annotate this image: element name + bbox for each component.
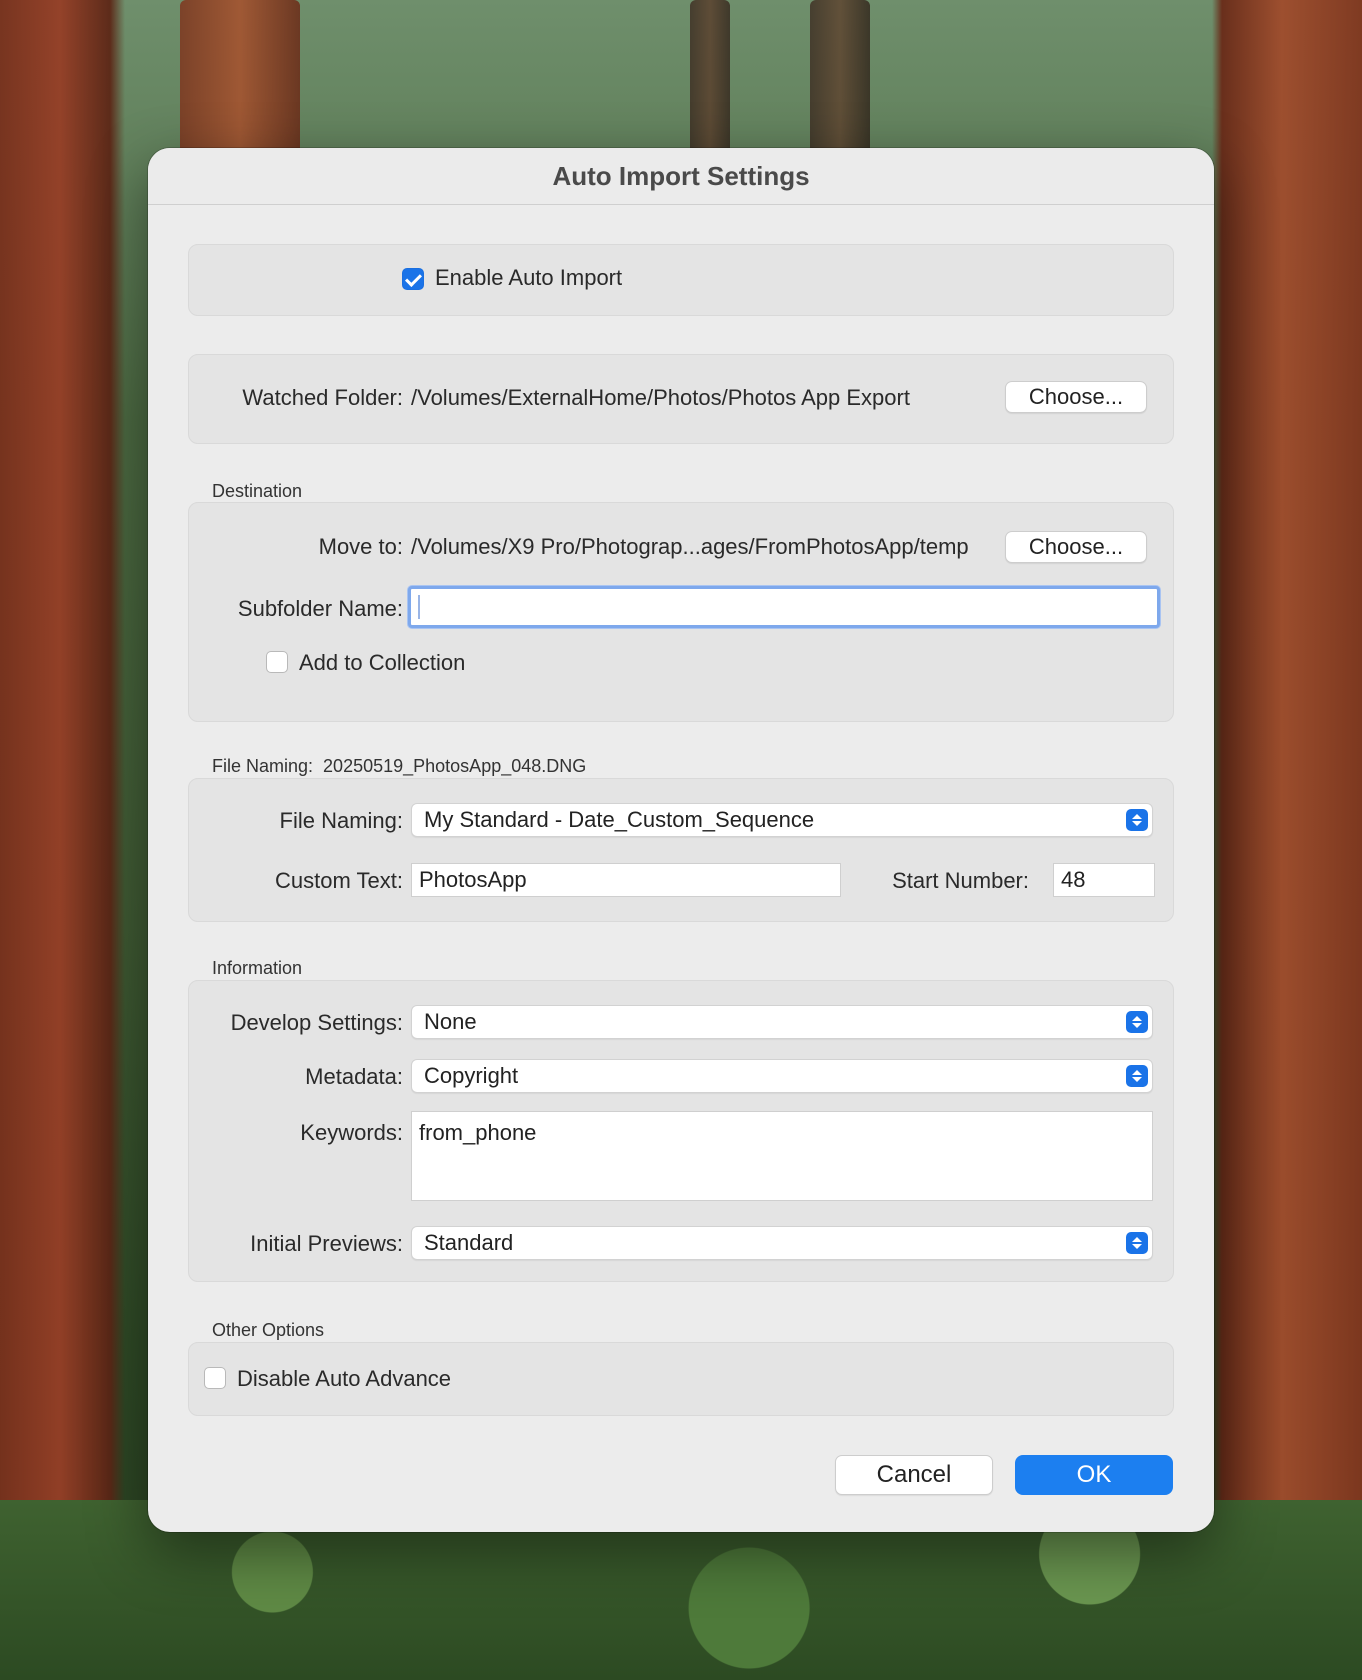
- move-to-label: Move to:: [318, 534, 403, 559]
- destination-group: Move to: /Volumes/X9 Pro/Photograp...age…: [188, 502, 1174, 722]
- develop-settings-select[interactable]: None: [411, 1005, 1153, 1039]
- enable-auto-import-checkbox[interactable]: [402, 268, 424, 290]
- subfolder-name-input[interactable]: [408, 586, 1160, 628]
- information-group: Develop Settings: None Metadata: Copyrig…: [188, 980, 1174, 1282]
- start-number-input[interactable]: 48: [1053, 863, 1155, 897]
- destination-choose-button[interactable]: Choose...: [1005, 531, 1147, 563]
- auto-import-settings-dialog: Auto Import Settings Enable Auto Import …: [148, 148, 1214, 1532]
- develop-settings-value: None: [424, 1009, 477, 1034]
- watched-folder-path: /Volumes/ExternalHome/Photos/Photos App …: [411, 385, 910, 410]
- ok-button[interactable]: OK: [1015, 1455, 1173, 1495]
- other-options-section-label: Other Options: [212, 1320, 325, 1340]
- metadata-value: Copyright: [424, 1063, 519, 1088]
- file-naming-label: File Naming:: [279, 808, 403, 833]
- initial-previews-label: Initial Previews:: [250, 1231, 403, 1256]
- text-caret: [418, 595, 420, 619]
- up-down-chevron-icon: [1126, 1232, 1148, 1254]
- up-down-chevron-icon: [1126, 809, 1148, 831]
- move-to-path: /Volumes/X9 Pro/Photograp...ages/FromPho…: [411, 534, 969, 559]
- cancel-button[interactable]: Cancel: [835, 1455, 993, 1495]
- watched-folder-group: Watched Folder: /Volumes/ExternalHome/Ph…: [188, 354, 1174, 444]
- disable-auto-advance-label[interactable]: Disable Auto Advance: [237, 1366, 451, 1392]
- enable-group: Enable Auto Import: [188, 244, 1174, 316]
- background-tree-trunk: [810, 0, 870, 160]
- up-down-chevron-icon: [1126, 1065, 1148, 1087]
- disable-auto-advance-checkbox[interactable]: [204, 1367, 226, 1389]
- subfolder-name-label: Subfolder Name:: [237, 596, 403, 621]
- destination-section-label: Destination: [212, 481, 303, 501]
- keywords-textarea[interactable]: from_phone: [411, 1111, 1153, 1201]
- dialog-title: Auto Import Settings: [148, 148, 1214, 205]
- other-options-group: Disable Auto Advance: [188, 1342, 1174, 1416]
- file-naming-value: My Standard - Date_Custom_Sequence: [424, 807, 815, 832]
- initial-previews-select[interactable]: Standard: [411, 1226, 1153, 1260]
- start-number-label: Start Number:: [892, 868, 1029, 893]
- watched-folder-choose-button[interactable]: Choose...: [1005, 381, 1147, 413]
- background-tree-trunk: [690, 0, 730, 160]
- metadata-label: Metadata:: [305, 1064, 403, 1089]
- watched-folder-label: Watched Folder:: [242, 385, 403, 410]
- custom-text-label: Custom Text:: [275, 868, 403, 893]
- information-section-label: Information: [212, 958, 303, 978]
- file-naming-select[interactable]: My Standard - Date_Custom_Sequence: [411, 803, 1153, 837]
- file-naming-section-label: File Naming: 20250519_PhotosApp_048.DNG: [212, 756, 586, 777]
- metadata-select[interactable]: Copyright: [411, 1059, 1153, 1093]
- up-down-chevron-icon: [1126, 1011, 1148, 1033]
- file-naming-group: File Naming: My Standard - Date_Custom_S…: [188, 778, 1174, 922]
- file-naming-section-title: File Naming:: [212, 756, 314, 776]
- keywords-label: Keywords:: [300, 1120, 403, 1145]
- file-naming-preview: 20250519_PhotosApp_048.DNG: [323, 756, 587, 776]
- custom-text-input[interactable]: PhotosApp: [411, 863, 841, 897]
- add-to-collection-checkbox[interactable]: [266, 651, 288, 673]
- enable-auto-import-label[interactable]: Enable Auto Import: [435, 265, 622, 291]
- initial-previews-value: Standard: [424, 1230, 514, 1255]
- develop-settings-label: Develop Settings:: [230, 1010, 403, 1035]
- add-to-collection-label[interactable]: Add to Collection: [299, 650, 465, 676]
